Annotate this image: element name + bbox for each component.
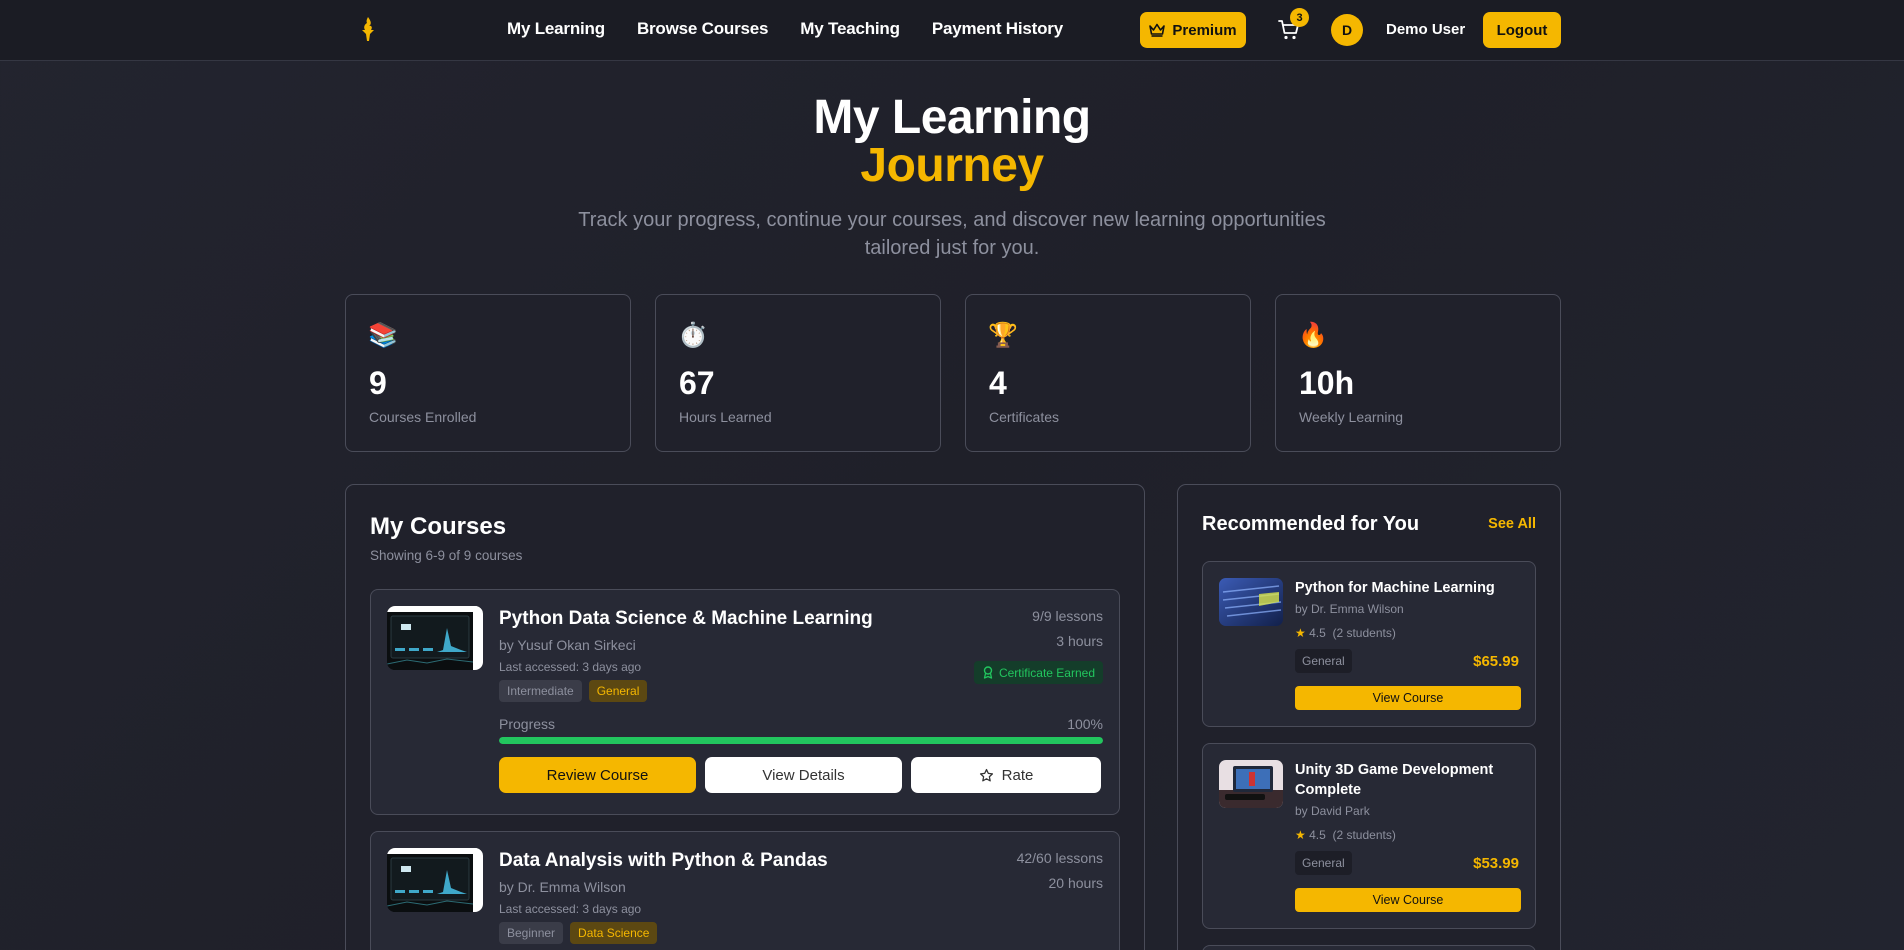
stat-value: 10h (1299, 365, 1355, 401)
my-courses-count: Showing 6-9 of 9 courses (370, 548, 523, 563)
recommended-author: by David Park (1295, 804, 1370, 818)
progress-bar (499, 737, 1103, 744)
hero-subtitle: Track your progress, continue your cours… (578, 209, 1326, 259)
course-card: Python Data Science & Machine Learning b… (370, 589, 1120, 815)
recommended-rating: ★ 4.5 (2 students) (1295, 828, 1396, 842)
course-hours: 20 hours (1048, 875, 1103, 891)
certificate-badge: Certificate Earned (973, 661, 1103, 684)
progress-bar-fill (499, 737, 1103, 744)
certificate-label: Certificate Earned (998, 665, 1095, 680)
rate-button[interactable]: Rate (911, 757, 1101, 793)
rating-value: 4.5 (1309, 626, 1326, 640)
stat-label: Certificates (989, 409, 1060, 425)
hero-title-line2: Journey (860, 139, 1044, 192)
course-author: by Dr. Emma Wilson (499, 879, 626, 895)
stat-label: Weekly Learning (1299, 409, 1404, 425)
rating-value: 4.5 (1309, 828, 1326, 842)
course-tags: Intermediate General (499, 680, 648, 702)
award-icon (983, 666, 993, 679)
logout-button[interactable]: Logout (1483, 12, 1561, 48)
my-courses-panel: My Courses Showing 6-9 of 9 courses Pyth… (345, 484, 1145, 950)
course-author: by Yusuf Okan Sirkeci (499, 637, 636, 653)
user-name[interactable]: Demo User (1386, 21, 1465, 38)
progress-percent: 100% (1067, 716, 1103, 732)
rate-label: Rate (1001, 766, 1034, 784)
recommended-title: Recommended for You (1202, 513, 1420, 535)
nav-my-teaching[interactable]: My Teaching (800, 19, 900, 39)
premium-button[interactable]: Premium (1140, 12, 1246, 48)
course-last-accessed: Last accessed: 3 days ago (499, 660, 642, 674)
stat-card-weekly: 🔥 10h Weekly Learning (1275, 294, 1561, 452)
torch-logo-icon[interactable] (358, 16, 378, 42)
top-navbar: My Learning Browse Courses My Teaching P… (0, 0, 1904, 61)
view-course-button[interactable]: View Course (1295, 686, 1521, 710)
user-avatar[interactable]: D (1331, 14, 1363, 46)
trophy-icon: 🏆 (988, 322, 1018, 349)
course-title[interactable]: Data Analysis with Python & Pandas (499, 850, 828, 872)
recommended-card[interactable]: Python for Machine Learning by Dr. Emma … (1202, 561, 1536, 727)
nav-links: My Learning Browse Courses My Teaching P… (507, 19, 1063, 39)
my-courses-title: My Courses (370, 513, 507, 540)
stat-card-courses: 📚 9 Courses Enrolled (345, 294, 631, 452)
course-tags: Beginner Data Science (499, 922, 658, 944)
level-tag: Intermediate (499, 680, 582, 702)
course-title[interactable]: Python Data Science & Machine Learning (499, 608, 873, 630)
star-icon: ★ (1295, 828, 1306, 842)
books-icon: 📚 (368, 322, 398, 349)
stat-card-certificates: 🏆 4 Certificates (965, 294, 1251, 452)
course-actions: Review Course View Details Rate (499, 757, 1101, 793)
progress-label: Progress (499, 716, 556, 732)
stat-label: Hours Learned (679, 409, 772, 425)
stat-value: 9 (369, 365, 387, 401)
recommended-course-title[interactable]: Unity 3D Game Development Complete (1295, 760, 1521, 800)
premium-label: Premium (1172, 21, 1237, 39)
category-tag: General (588, 680, 648, 702)
stat-value: 4 (989, 365, 1007, 401)
view-details-button[interactable]: View Details (705, 757, 902, 793)
category-tag: Data Science (570, 922, 658, 944)
recommended-card[interactable]: Unity 3D Game Development Complete by Da… (1202, 743, 1536, 929)
star-icon: ★ (1295, 626, 1306, 640)
nav-payment-history[interactable]: Payment History (932, 19, 1063, 39)
stopwatch-icon: ⏱️ (678, 322, 708, 349)
course-hours: 3 hours (1056, 633, 1103, 649)
course-last-accessed: Last accessed: 3 days ago (499, 902, 642, 916)
cart-count-badge: 3 (1290, 8, 1309, 27)
fire-icon: 🔥 (1298, 322, 1328, 349)
review-course-button[interactable]: Review Course (499, 757, 696, 793)
stat-label: Courses Enrolled (369, 409, 477, 425)
stat-value: 67 (679, 365, 715, 401)
recommended-rating: ★ 4.5 (2 students) (1295, 626, 1396, 640)
nav-my-learning[interactable]: My Learning (507, 19, 605, 39)
course-thumbnail[interactable] (387, 606, 483, 670)
recommended-thumbnail[interactable] (1219, 578, 1283, 626)
price: $65.99 (1473, 653, 1519, 670)
nav-browse-courses[interactable]: Browse Courses (637, 19, 769, 39)
student-count: (2 students) (1332, 626, 1396, 640)
category-tag: General (1295, 649, 1352, 673)
lessons-count: 42/60 lessons (1016, 850, 1103, 866)
recommended-panel: Recommended for You See All Python for M… (1177, 484, 1561, 950)
see-all-link[interactable]: See All (1488, 516, 1536, 532)
recommended-author: by Dr. Emma Wilson (1295, 602, 1404, 616)
level-tag: Beginner (499, 922, 564, 944)
recommended-card[interactable] (1202, 945, 1536, 950)
star-outline-icon (979, 768, 993, 781)
recommended-thumbnail[interactable] (1219, 760, 1283, 808)
view-course-button[interactable]: View Course (1295, 888, 1521, 912)
stat-card-hours: ⏱️ 67 Hours Learned (655, 294, 941, 452)
price: $53.99 (1473, 855, 1519, 872)
student-count: (2 students) (1332, 828, 1396, 842)
hero-title-line1: My Learning (813, 91, 1091, 144)
recommended-course-title[interactable]: Python for Machine Learning (1295, 578, 1521, 598)
course-card: Data Analysis with Python & Pandas by Dr… (370, 831, 1120, 950)
crown-icon (1149, 23, 1166, 37)
category-tag: General (1295, 851, 1352, 875)
course-thumbnail[interactable] (387, 848, 483, 912)
lessons-count: 9/9 lessons (1032, 608, 1103, 624)
